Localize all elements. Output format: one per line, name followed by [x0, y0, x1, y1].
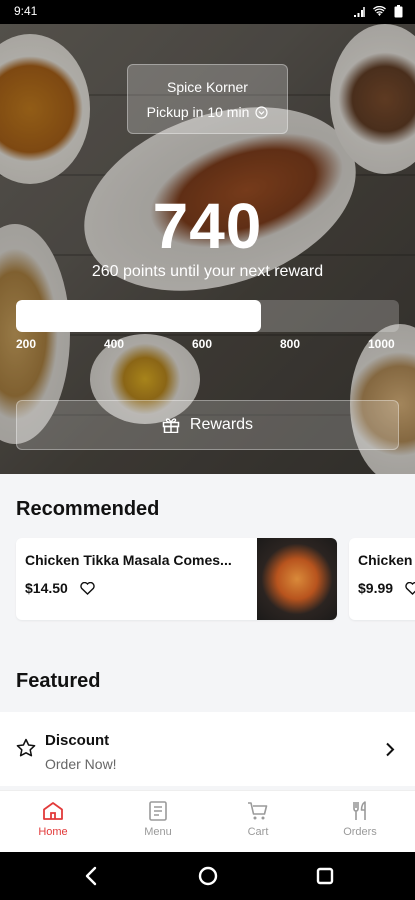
battery-icon [394, 5, 403, 18]
menu-icon [149, 801, 167, 821]
item-thumbnail-image [257, 538, 337, 620]
recommended-title: Recommended [16, 498, 160, 520]
featured-item-discount[interactable]: Discount Order Now! [0, 712, 415, 786]
tab-label: Home [38, 826, 68, 838]
home-circle-icon[interactable] [196, 864, 220, 888]
progress-tick-label: 200 [16, 337, 37, 351]
heart-icon[interactable] [405, 581, 415, 595]
item-price: $14.50 [25, 580, 68, 596]
chevron-right-icon [386, 742, 395, 757]
gift-icon [162, 418, 180, 433]
rewards-button[interactable]: Rewards [16, 400, 399, 450]
home-icon [43, 802, 63, 820]
loyalty-hero: Spice Korner Pickup in 10 min 740 260 po… [0, 24, 415, 474]
tab-home[interactable]: Home [13, 791, 93, 853]
status-time: 9:41 [14, 4, 38, 18]
item-name: Chicken [358, 552, 413, 568]
pickup-time-row[interactable]: Pickup in 10 min [128, 104, 287, 120]
back-icon[interactable] [80, 864, 104, 888]
status-bar: 9:41 [0, 0, 415, 24]
progress-tick-label: 1000 [368, 337, 395, 351]
signal-icon [354, 6, 365, 17]
rewards-progress-bar [16, 300, 399, 332]
tab-label: Orders [343, 826, 377, 838]
rewards-button-label: Rewards [189, 416, 254, 433]
cart-icon [248, 802, 268, 820]
pickup-time-label: Pickup in 10 min [146, 104, 250, 120]
recents-square-icon[interactable] [313, 864, 337, 888]
progress-tick-label: 400 [104, 337, 125, 351]
tab-menu[interactable]: Menu [118, 791, 198, 853]
system-navigation-bar [0, 852, 415, 900]
item-price: $9.99 [358, 580, 394, 596]
progress-tick-label: 600 [192, 337, 213, 351]
item-name: Chicken Tikka Masala Comes... [25, 552, 232, 568]
home-content: Recommended Chicken Tikka Masala Comes..… [0, 474, 415, 790]
bottom-tab-bar: Home Menu Cart Orders [0, 790, 415, 852]
progress-tick-label: 800 [280, 337, 301, 351]
heart-icon[interactable] [80, 581, 95, 595]
progress-tick-labels: 200 400 600 800 1000 [16, 337, 401, 353]
tab-label: Cart [247, 826, 269, 838]
featured-item-subtitle: Order Now! [45, 756, 117, 772]
recommended-item-card[interactable]: Chicken $9.99 [349, 538, 415, 620]
points-balance: 740 [152, 190, 263, 262]
store-selector[interactable]: Spice Korner Pickup in 10 min [127, 64, 288, 134]
rewards-progress-fill [16, 300, 262, 332]
orders-icon [353, 801, 366, 820]
status-icons [353, 5, 403, 18]
store-name: Spice Korner [167, 79, 248, 95]
featured-title: Featured [16, 670, 101, 692]
tab-orders[interactable]: Orders [320, 791, 400, 853]
points-subtitle: 260 points until your next reward [91, 263, 324, 280]
recommended-item-card[interactable]: Chicken Tikka Masala Comes... $14.50 [16, 538, 337, 620]
star-icon [16, 738, 36, 757]
featured-item-title: Discount [45, 732, 110, 749]
wifi-icon [373, 6, 386, 16]
chevron-down-circle-icon [255, 105, 268, 119]
tab-label: Menu [144, 826, 172, 838]
tab-cart[interactable]: Cart [218, 791, 298, 853]
